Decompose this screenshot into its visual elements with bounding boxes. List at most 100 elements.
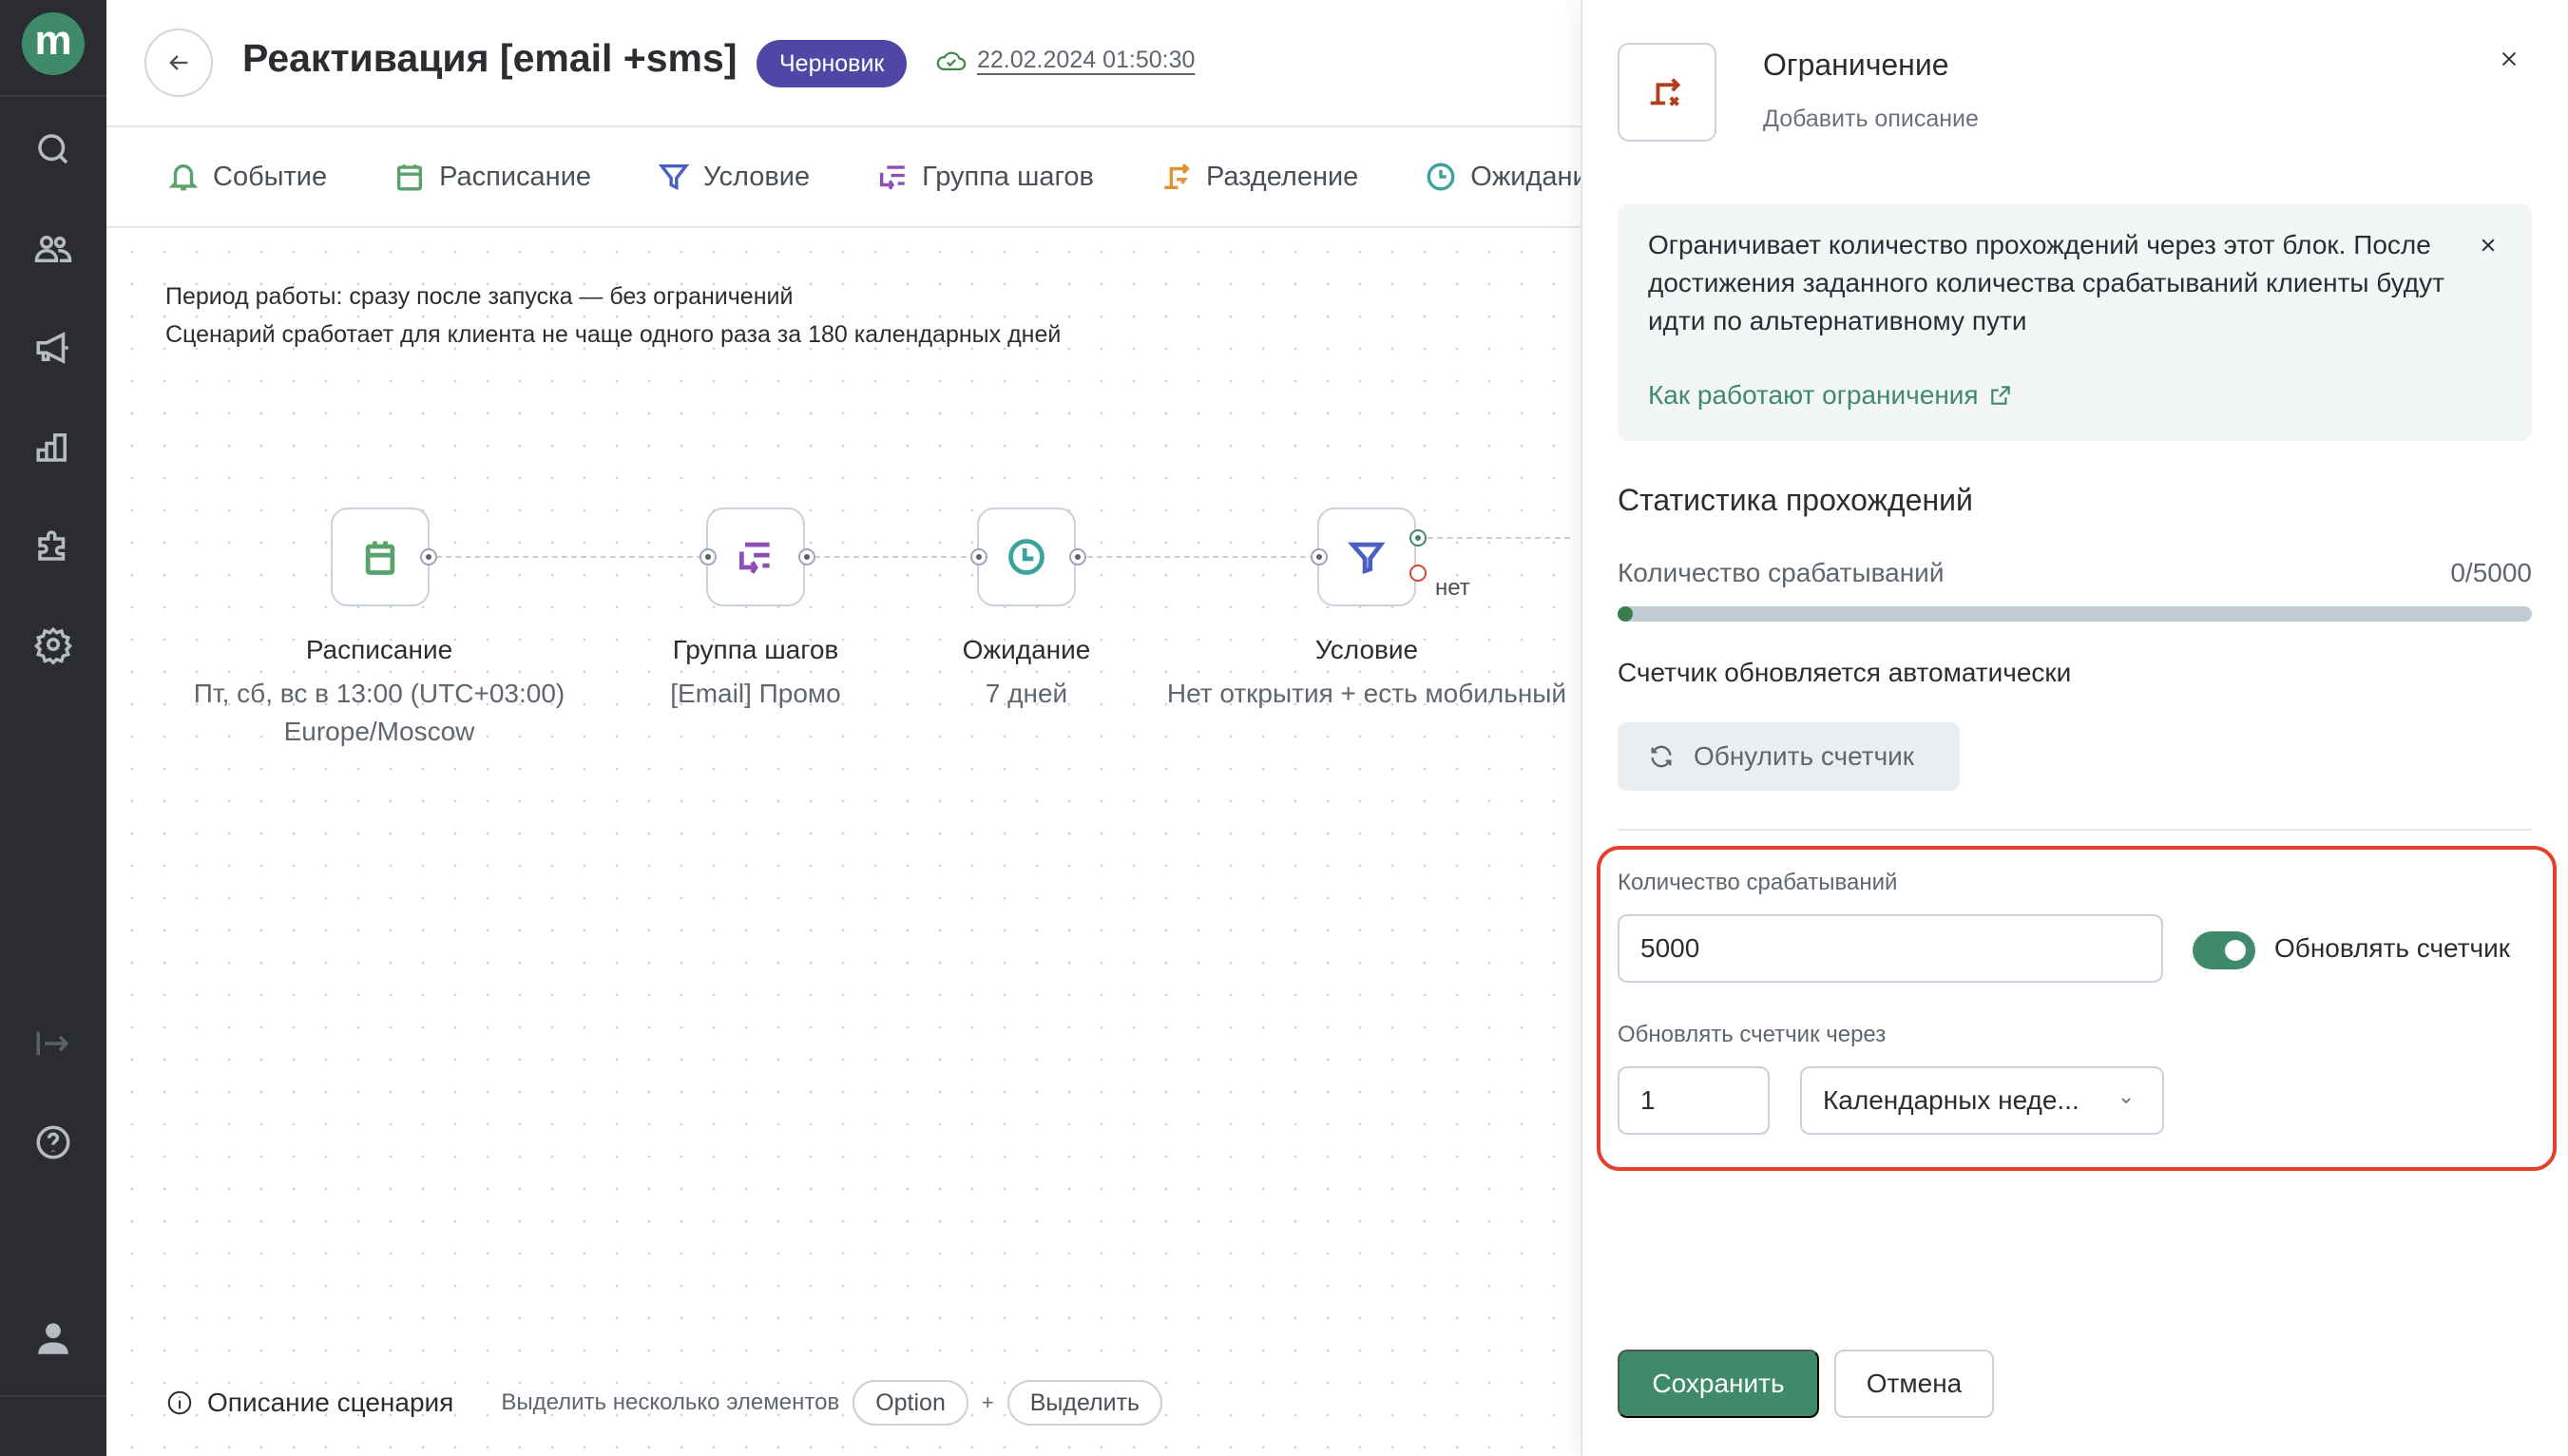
edge <box>1087 556 1315 558</box>
node-subtitle: Нет открытия + есть мобильный <box>1167 675 1566 713</box>
refresh-icon <box>1651 745 1672 768</box>
count-field-label: Количество срабатываний <box>1618 870 1898 895</box>
node-condition[interactable] <box>1317 508 1416 606</box>
hint-text: Ограничивает количество прохождений чере… <box>1648 230 2444 335</box>
tool-label: Группа шагов <box>922 161 1094 192</box>
scenario-description-link[interactable]: Описание сценария <box>207 1388 453 1418</box>
node-subtitle: 7 дней <box>986 675 1067 713</box>
canvas-footer: Описание сценария Выделить несколько эле… <box>165 1380 1163 1426</box>
count-input[interactable] <box>1618 914 2163 983</box>
help-link-label: Как работают ограничения <box>1648 380 1979 410</box>
user-icon[interactable] <box>30 1316 76 1362</box>
no-branch-label: нет <box>1435 575 1470 601</box>
chevron-down-icon <box>2121 1098 2131 1104</box>
node-output-port[interactable] <box>1069 548 1086 565</box>
period-unit-select[interactable]: Календарных неде... <box>1800 1066 2164 1135</box>
info-hint: Ограничивает количество прохождений чере… <box>1618 203 2532 441</box>
tool-schedule[interactable]: Расписание <box>393 161 591 193</box>
status-badge: Черновик <box>757 40 908 87</box>
update-counter-label: Обновлять счетчик <box>2274 933 2510 963</box>
logo[interactable]: m <box>22 12 85 75</box>
node-subtitle-line: Europe/Moscow <box>283 717 475 746</box>
cancel-button[interactable]: Отмена <box>1834 1350 1994 1418</box>
search-icon[interactable] <box>30 126 76 172</box>
update-counter-toggle[interactable] <box>2193 931 2255 969</box>
edge <box>436 556 702 558</box>
tool-condition[interactable]: Условие <box>658 161 810 193</box>
node-no-port[interactable] <box>1409 565 1427 582</box>
node-output-port[interactable] <box>420 548 437 565</box>
page-title[interactable]: Реактивация [email +sms] <box>242 36 737 81</box>
node-subtitle-line: Пт, сб, вс в 13:00 (UTC+03:00) <box>193 679 565 708</box>
key-select: Выделить <box>1006 1380 1163 1426</box>
reset-counter-button[interactable]: Обнулить счетчик <box>1618 722 1960 791</box>
back-button[interactable] <box>144 29 213 97</box>
node-input-port[interactable] <box>1311 548 1328 565</box>
limit-icon <box>1650 78 1681 106</box>
save-button[interactable]: Сохранить <box>1618 1350 1819 1418</box>
reset-counter-label: Обнулить счетчик <box>1694 741 1915 771</box>
key-option: Option <box>853 1380 968 1426</box>
edge <box>814 556 976 558</box>
tool-label: Расписание <box>439 161 592 192</box>
node-wait[interactable] <box>977 508 1076 606</box>
app-root: m Реактивация [email +sms] Черновик 22.0… <box>0 0 2568 1456</box>
close-hint-button[interactable] <box>2473 230 2503 260</box>
tool-label: Ожидание <box>1470 161 1581 192</box>
usage-progress-bar <box>1618 606 2532 622</box>
node-yes-port[interactable] <box>1409 529 1427 546</box>
limit-block-icon <box>1618 43 1716 142</box>
node-schedule[interactable] <box>331 508 430 606</box>
auto-update-note: Счетчик обновляется автоматически <box>1618 658 2072 687</box>
add-description[interactable]: Добавить описание <box>1763 105 1979 133</box>
sidebar: m <box>0 0 106 1456</box>
node-input-port[interactable] <box>699 548 717 565</box>
clock-icon <box>1427 163 1455 191</box>
usage-progress-fill <box>1618 606 1633 622</box>
panel-divider <box>1618 829 2532 831</box>
info-icon <box>167 1390 192 1415</box>
stats-count-label: Количество срабатываний <box>1618 558 1945 587</box>
puzzle-icon[interactable] <box>30 523 76 568</box>
tool-wait[interactable]: Ожидание <box>1425 161 1581 193</box>
help-icon[interactable] <box>30 1120 76 1165</box>
panel-title[interactable]: Ограничение <box>1763 48 1949 83</box>
tool-event[interactable]: Событие <box>167 161 327 193</box>
users-icon[interactable] <box>30 226 76 272</box>
gear-icon[interactable] <box>30 622 76 667</box>
cloud-check-icon <box>936 51 967 71</box>
node-step-group[interactable] <box>706 508 805 606</box>
tool-label: Разделение <box>1205 161 1359 192</box>
node-subtitle: [Email] Промо <box>670 675 840 713</box>
period-unit-value: Календарных неде... <box>1823 1085 2079 1115</box>
node-input-port[interactable] <box>970 548 987 565</box>
node-title: Ожидание <box>962 635 1091 664</box>
node-title: Расписание <box>305 635 453 664</box>
node-subtitle: Пт, сб, вс в 13:00 (UTC+03:00) Europe/Mo… <box>194 675 565 751</box>
arrow-left-icon <box>169 55 188 70</box>
step-group-icon <box>880 165 905 190</box>
node-output-port[interactable] <box>798 548 815 565</box>
clock-icon <box>1008 539 1044 575</box>
main-area: Реактивация [email +sms] Черновик 22.02.… <box>106 0 1581 1456</box>
expand-icon[interactable] <box>30 1021 76 1066</box>
sidebar-divider <box>0 95 106 97</box>
close-icon <box>2482 239 2495 252</box>
info-line: Период работы: сразу после запуска — без… <box>165 283 794 310</box>
help-link[interactable]: Как работают ограничения <box>1648 380 2013 411</box>
info-line: Сценарий сработает для клиента не чаще о… <box>165 321 1062 348</box>
close-panel-button[interactable] <box>2492 42 2526 76</box>
megaphone-icon[interactable] <box>30 325 76 371</box>
tool-step-group[interactable]: Группа шагов <box>876 161 1094 193</box>
node-title: Условие <box>1314 635 1419 664</box>
tool-split[interactable]: Разделение <box>1160 161 1358 193</box>
stats-heading: Статистика прохождений <box>1618 483 1973 517</box>
page-header: Реактивация [email +sms] Черновик 22.02.… <box>106 0 1581 127</box>
scenario-canvas[interactable]: Период работы: сразу после запуска — без… <box>106 228 1581 1456</box>
analytics-icon[interactable] <box>30 424 76 469</box>
period-value-input[interactable] <box>1618 1066 1770 1135</box>
tool-label: Условие <box>703 161 811 192</box>
saved-timestamp[interactable]: 22.02.2024 01:50:30 <box>977 47 1195 74</box>
sidebar-bottom-divider <box>0 1395 106 1397</box>
limit-settings-panel: Ограничение Добавить описание Ограничива… <box>1581 0 2568 1456</box>
